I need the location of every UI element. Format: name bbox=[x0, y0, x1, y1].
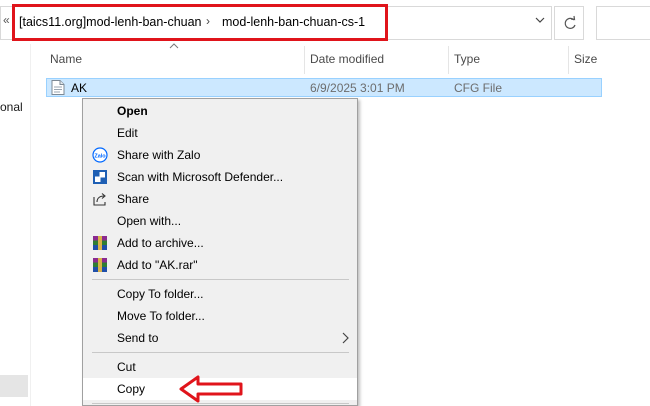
red-annotation-box bbox=[12, 4, 388, 41]
menu-item-send-to[interactable]: Send to bbox=[83, 327, 357, 349]
refresh-icon bbox=[564, 15, 576, 29]
menu-item-label: Copy To folder... bbox=[117, 287, 204, 301]
winrar-icon bbox=[93, 236, 107, 250]
menu-separator bbox=[92, 279, 349, 280]
menu-item-label: Share with Zalo bbox=[117, 148, 201, 162]
column-header-date-modified[interactable]: Date modified bbox=[310, 52, 384, 66]
menu-separator bbox=[92, 352, 349, 353]
refresh-button[interactable] bbox=[554, 6, 584, 40]
menu-item-copy-to-folder[interactable]: Copy To folder... bbox=[83, 283, 357, 305]
winrar-icon bbox=[93, 258, 107, 272]
menu-item-label: Move To folder... bbox=[117, 309, 205, 323]
file-date-modified: 6/9/2025 3:01 PM bbox=[310, 81, 405, 95]
menu-item-share[interactable]: Share bbox=[83, 188, 357, 210]
chevron-down-icon[interactable] bbox=[534, 14, 546, 26]
column-divider[interactable] bbox=[304, 46, 305, 74]
menu-item-label: Add to archive... bbox=[117, 236, 204, 250]
menu-item-open[interactable]: Open bbox=[83, 100, 357, 122]
menu-item-add-to-ak-rar[interactable]: Add to "AK.rar" bbox=[83, 254, 357, 276]
column-header-type[interactable]: Type bbox=[454, 52, 480, 66]
menu-item-scan-with-defender[interactable]: Scan with Microsoft Defender... bbox=[83, 166, 357, 188]
column-header-size[interactable]: Size bbox=[574, 52, 597, 66]
file-type: CFG File bbox=[454, 81, 502, 95]
nav-pane-divider bbox=[30, 44, 31, 406]
column-header-name[interactable]: Name bbox=[50, 52, 82, 66]
menu-item-label: Share bbox=[117, 192, 150, 206]
share-icon bbox=[93, 193, 106, 206]
menu-item-label: Send to bbox=[117, 331, 159, 345]
sort-ascending-icon bbox=[169, 43, 179, 49]
menu-item-label: Add to "AK.rar" bbox=[117, 258, 198, 272]
menu-item-open-with[interactable]: Open with... bbox=[83, 210, 357, 232]
nav-pane-selected-item[interactable] bbox=[0, 375, 28, 397]
menu-item-label: Open bbox=[117, 104, 148, 118]
menu-item-move-to-folder[interactable]: Move To folder... bbox=[83, 305, 357, 327]
menu-item-edit[interactable]: Edit bbox=[83, 122, 357, 144]
nav-pane-item[interactable]: onal bbox=[0, 100, 23, 114]
context-menu: Open Edit Zalo Share with Zalo Scan with… bbox=[82, 98, 358, 406]
menu-item-label: Open with... bbox=[117, 214, 182, 228]
menu-item-share-with-zalo[interactable]: Zalo Share with Zalo bbox=[83, 144, 357, 166]
address-overflow-chevron[interactable]: « bbox=[3, 13, 10, 27]
menu-item-label: Edit bbox=[117, 126, 138, 140]
defender-shield-icon bbox=[93, 170, 107, 184]
svg-text:Zalo: Zalo bbox=[94, 154, 106, 160]
column-divider[interactable] bbox=[448, 46, 449, 74]
search-box[interactable] bbox=[596, 6, 650, 40]
menu-item-add-to-archive[interactable]: Add to archive... bbox=[83, 232, 357, 254]
column-divider[interactable] bbox=[568, 46, 569, 74]
chevron-right-icon bbox=[342, 332, 349, 344]
zalo-icon: Zalo bbox=[92, 147, 108, 163]
red-arrow-icon bbox=[179, 375, 243, 403]
menu-item-label: Scan with Microsoft Defender... bbox=[117, 170, 284, 184]
file-name[interactable]: AK bbox=[71, 81, 87, 95]
menu-item-label: Copy bbox=[117, 382, 146, 396]
cfg-file-icon bbox=[51, 80, 65, 95]
menu-item-label: Cut bbox=[117, 360, 136, 374]
